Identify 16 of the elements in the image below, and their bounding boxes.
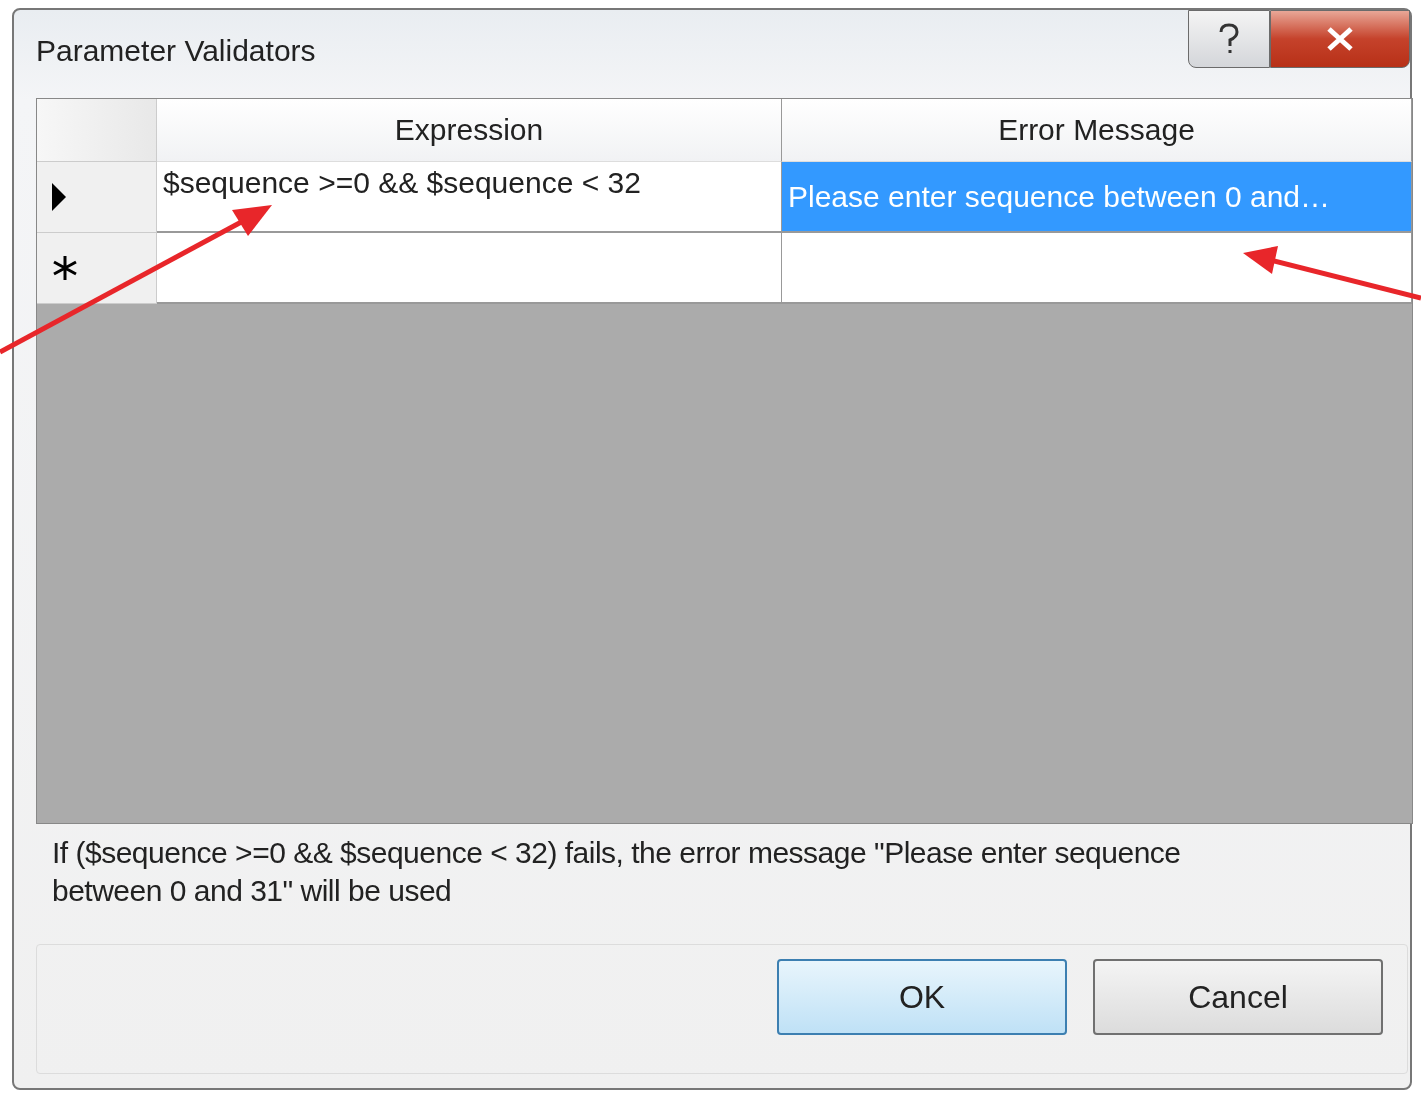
table-cell[interactable] — [782, 233, 1412, 304]
row-header[interactable] — [37, 233, 157, 304]
table-cell[interactable]: $sequence >=0 && $sequence < 32 — [157, 162, 782, 233]
column-header[interactable]: Expression — [157, 99, 782, 162]
row-header[interactable] — [37, 162, 157, 233]
table-cell[interactable] — [157, 233, 782, 304]
current-row-icon — [51, 182, 67, 212]
help-button[interactable] — [1188, 10, 1270, 68]
window-title: Parameter Validators — [36, 34, 316, 68]
ok-button[interactable]: OK — [777, 959, 1067, 1035]
close-button[interactable] — [1270, 10, 1410, 68]
column-header[interactable]: Error Message — [782, 99, 1412, 162]
cancel-button[interactable]: Cancel — [1093, 959, 1383, 1035]
close-icon — [1325, 26, 1355, 52]
description-text: If ($sequence >=0 && $sequence < 32) fails, the error message "Please enter sequence between 0 and 31" will be used — [51, 835, 1182, 909]
asterisk-icon — [51, 254, 79, 282]
